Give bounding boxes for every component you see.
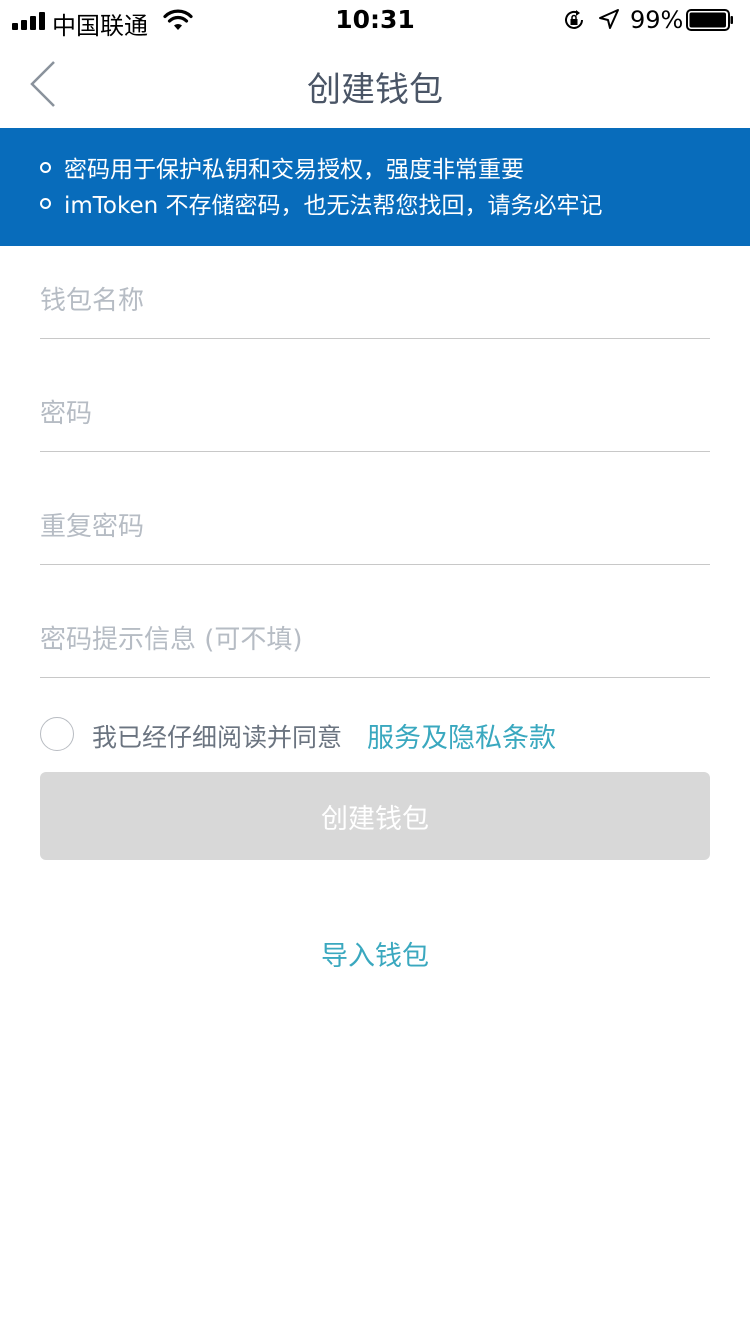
divider — [40, 564, 710, 565]
password-hint-input[interactable] — [40, 610, 710, 670]
security-notice-banner: 密码用于保护私钥和交易授权，强度非常重要 imToken 不存储密码，也无法帮您… — [0, 128, 750, 246]
password-field — [40, 384, 710, 444]
wallet-name-input[interactable] — [40, 271, 710, 331]
divider — [40, 338, 710, 339]
terms-privacy-link[interactable]: 服务及隐私条款 — [367, 716, 556, 755]
bullet-icon — [40, 198, 51, 209]
divider — [40, 677, 710, 678]
page-title: 创建钱包 — [307, 70, 443, 110]
agreement-text: 我已经仔细阅读并同意 — [92, 723, 343, 752]
battery-percentage: 99% — [630, 6, 684, 34]
notice-item: 密码用于保护私钥和交易授权，强度非常重要 — [40, 150, 524, 184]
divider — [40, 451, 710, 452]
create-wallet-button[interactable]: 创建钱包 — [40, 772, 710, 860]
bullet-icon — [40, 162, 51, 173]
repeat-password-field — [40, 497, 710, 557]
import-wallet-link[interactable]: 导入钱包 — [0, 934, 750, 973]
repeat-password-input[interactable] — [40, 497, 710, 557]
password-hint-field — [40, 610, 710, 670]
rotation-lock-icon — [565, 10, 583, 29]
status-bar: 中国联通 10:31 99% — [0, 0, 750, 40]
notice-item: imToken 不存储密码，也无法帮您找回，请务必牢记 — [40, 186, 603, 220]
location-arrow-icon — [599, 9, 619, 29]
wallet-name-field — [40, 271, 710, 331]
battery-icon — [686, 9, 733, 31]
navigation-bar: 创建钱包 — [0, 40, 750, 128]
password-input[interactable] — [40, 384, 710, 444]
agreement-checkbox[interactable] — [40, 717, 74, 751]
